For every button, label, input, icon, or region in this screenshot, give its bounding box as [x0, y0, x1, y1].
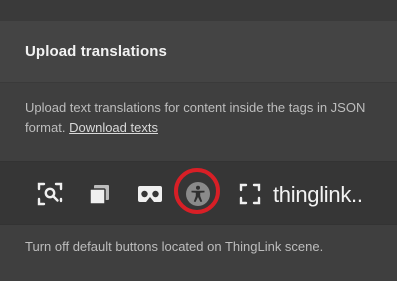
footer-text: Turn off default buttons located on Thin…: [25, 239, 324, 254]
settings-panel: Upload translations Upload text translat…: [0, 0, 397, 281]
section-footer: Turn off default buttons located on Thin…: [0, 225, 397, 281]
section-header: Upload translations: [0, 21, 397, 83]
vr-goggles-icon[interactable]: [136, 180, 164, 208]
copy-layers-icon[interactable]: [86, 180, 114, 208]
top-strip: [0, 0, 397, 22]
section-title: Upload translations: [25, 43, 167, 60]
description-text: Upload text translations for content ins…: [25, 98, 370, 138]
download-texts-link[interactable]: Download texts: [69, 120, 158, 135]
accessibility-icon[interactable]: [184, 180, 212, 208]
default-buttons-toolbar: thinglink..: [0, 161, 397, 225]
fullscreen-icon[interactable]: [236, 180, 264, 208]
section-description: Upload text translations for content ins…: [0, 83, 397, 161]
zoom-select-icon[interactable]: [36, 180, 64, 208]
thinglink-logo: thinglink..: [273, 182, 363, 207]
